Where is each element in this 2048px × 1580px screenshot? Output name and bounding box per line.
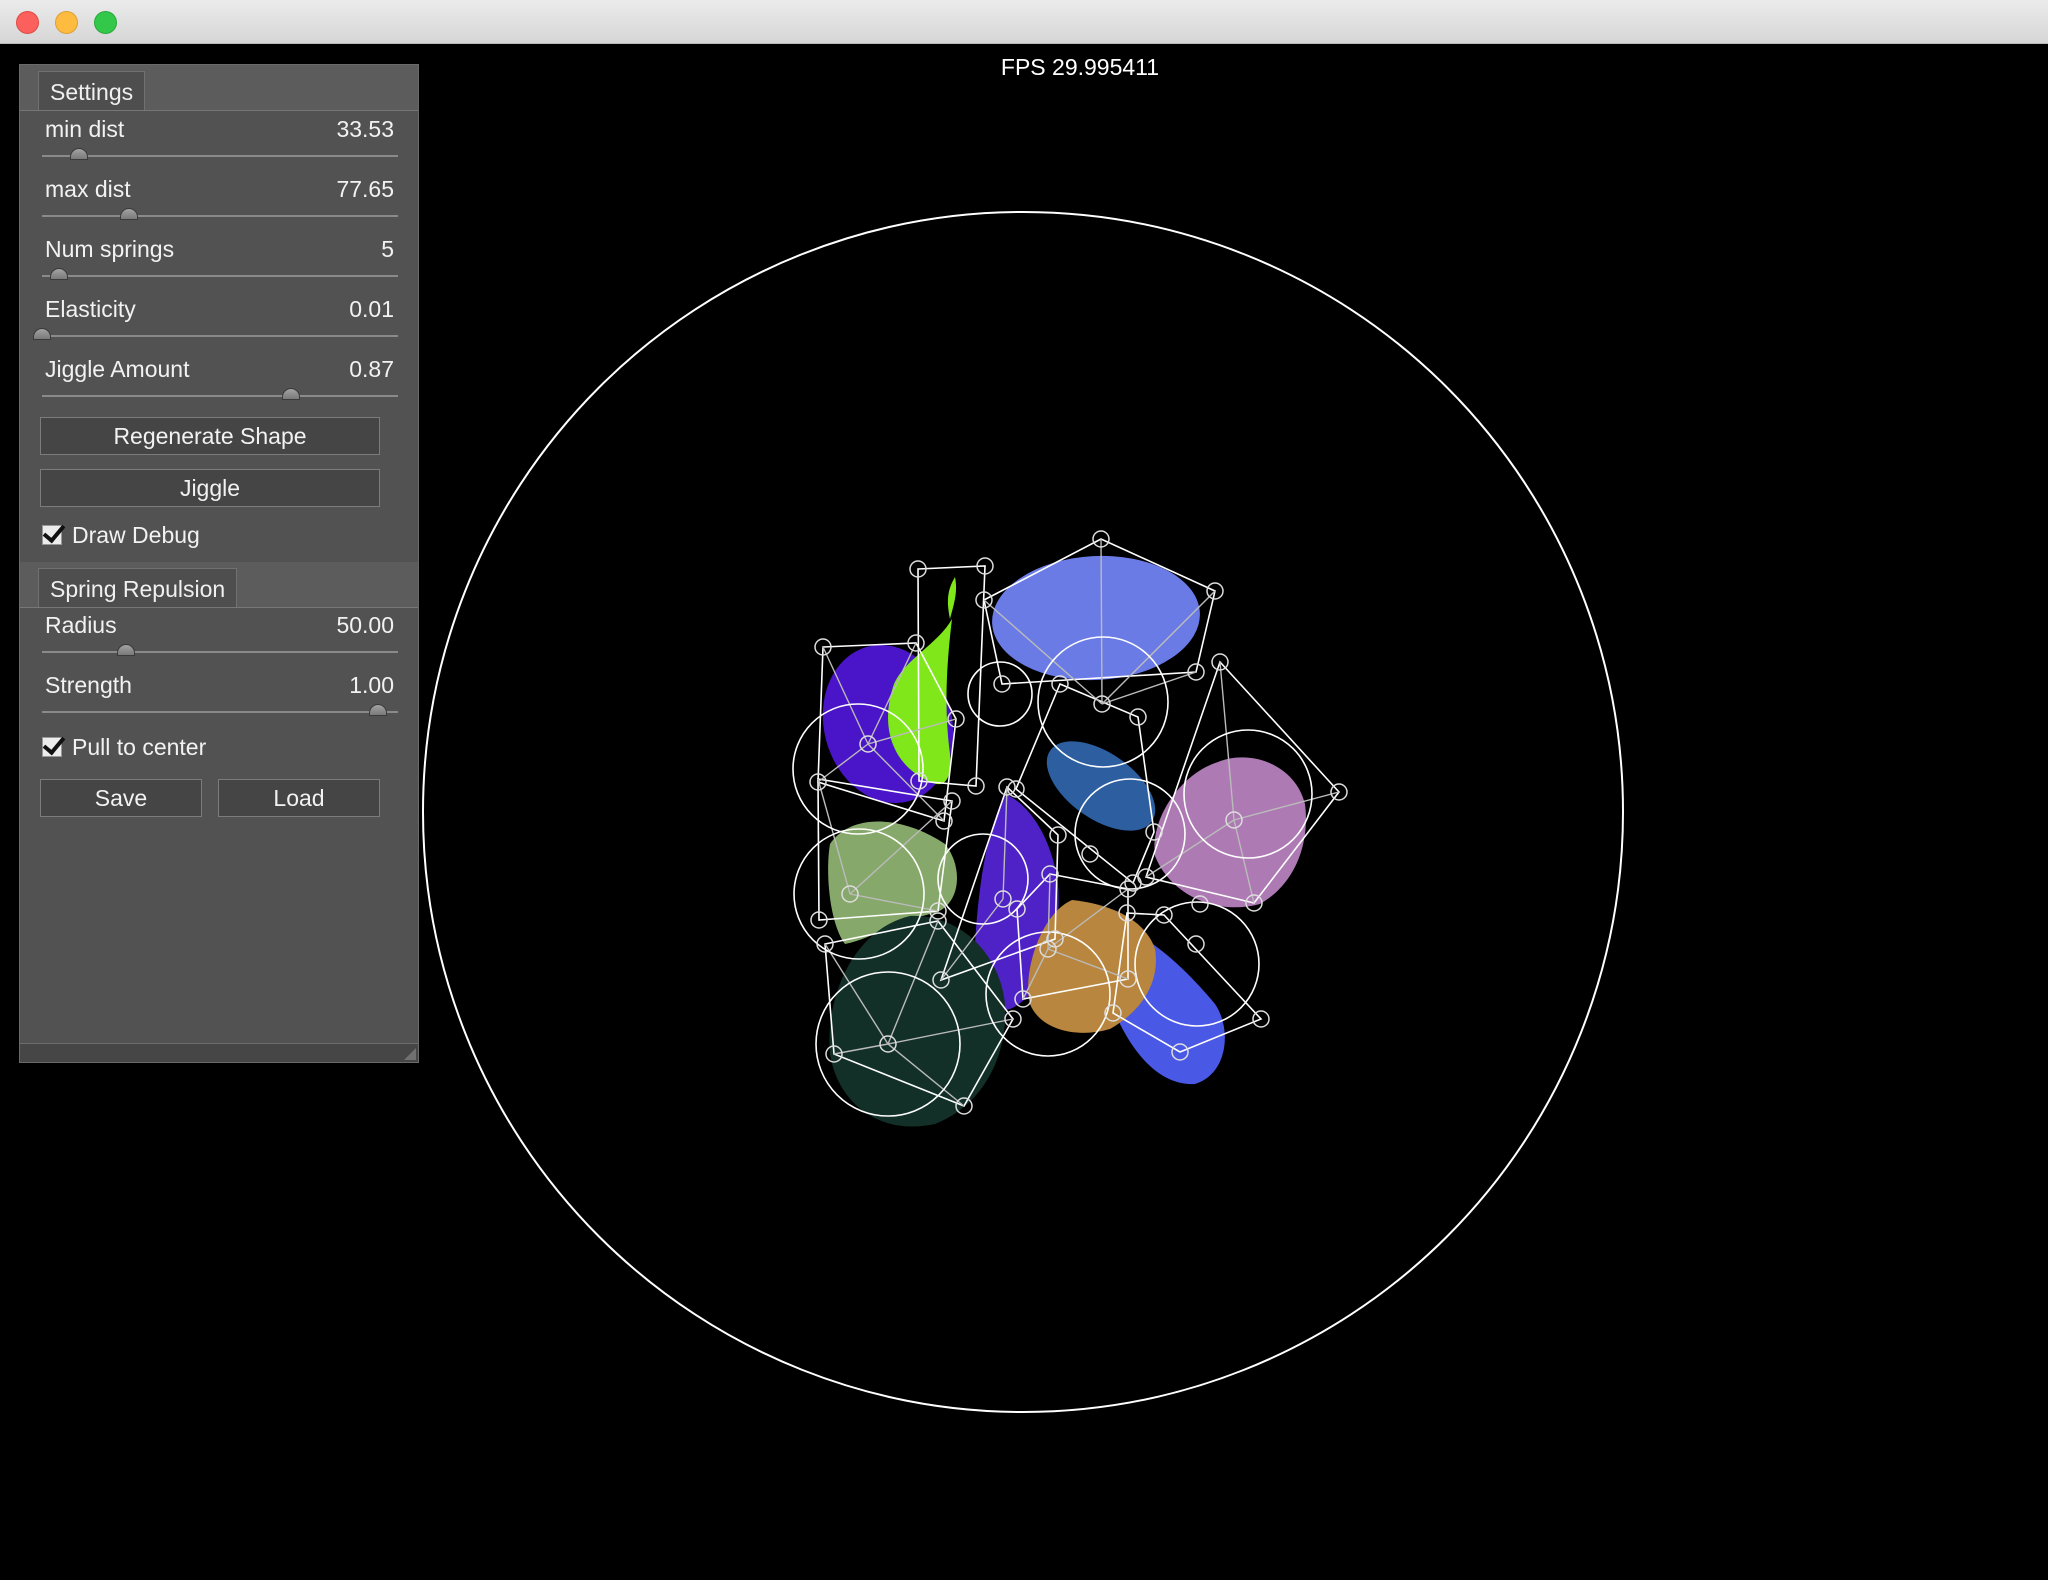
strength-label: Strength — [45, 672, 132, 698]
jiggle-amount-slider[interactable]: Jiggle Amount 0.87 — [40, 355, 400, 411]
settings-group-header: Settings — [20, 65, 418, 111]
settings-tab[interactable]: Settings — [38, 71, 146, 111]
window-titlebar — [0, 0, 2048, 44]
elasticity-label: Elasticity — [45, 296, 136, 322]
min-dist-label: min dist — [45, 116, 125, 142]
draw-debug-checkbox[interactable] — [42, 519, 66, 545]
panel-footer — [20, 1043, 418, 1062]
radius-label: Radius — [45, 612, 117, 638]
max-dist-slider[interactable]: max dist 77.65 — [40, 175, 400, 231]
strength-thumb[interactable] — [369, 704, 387, 716]
num-springs-value: 5 — [381, 236, 394, 262]
spring-repulsion-tab[interactable]: Spring Repulsion — [38, 568, 238, 608]
min-dist-value: 33.53 — [336, 116, 394, 142]
save-button[interactable]: Save — [40, 779, 202, 817]
regenerate-shape-button[interactable]: Regenerate Shape — [40, 417, 380, 455]
zoom-window-button[interactable] — [94, 11, 117, 34]
radius-thumb[interactable] — [117, 644, 135, 656]
pull-to-center-checkbox[interactable] — [42, 731, 66, 757]
radius-track[interactable] — [42, 651, 398, 653]
strength-slider[interactable]: Strength 1.00 — [40, 671, 400, 727]
max-dist-track[interactable] — [42, 215, 398, 217]
load-button[interactable]: Load — [218, 779, 380, 817]
jiggle-amount-value: 0.87 — [349, 356, 394, 382]
max-dist-label: max dist — [45, 176, 131, 202]
elasticity-value: 0.01 — [349, 296, 394, 322]
jiggle-amount-thumb[interactable] — [281, 388, 300, 400]
jiggle-button[interactable]: Jiggle — [40, 469, 380, 507]
num-springs-track[interactable] — [42, 275, 398, 277]
num-springs-slider[interactable]: Num springs 5 — [40, 235, 400, 291]
settings-panel: Settings min dist 33.53 max dist 77.65 N… — [19, 64, 419, 1063]
jiggle-amount-track[interactable] — [42, 395, 398, 397]
resize-grip-icon[interactable] — [404, 1048, 416, 1060]
strength-track[interactable] — [42, 711, 398, 713]
blob-darkgreen — [829, 915, 1006, 1127]
checkmark-icon — [42, 519, 66, 544]
close-window-button[interactable] — [16, 11, 39, 34]
radius-slider[interactable]: Radius 50.00 — [40, 611, 400, 667]
elasticity-thumb[interactable] — [33, 328, 51, 340]
spring-repulsion-group-header: Spring Repulsion — [20, 562, 418, 608]
max-dist-thumb[interactable] — [120, 208, 139, 220]
num-springs-label: Num springs — [45, 236, 175, 262]
minimize-window-button[interactable] — [55, 11, 78, 34]
checkmark-icon — [42, 731, 66, 756]
min-dist-track[interactable] — [42, 155, 398, 157]
min-dist-thumb[interactable] — [69, 148, 88, 160]
pull-to-center-label: Pull to center — [72, 734, 207, 760]
elasticity-slider[interactable]: Elasticity 0.01 — [33, 295, 400, 351]
blob-lime-tip — [947, 577, 957, 619]
max-dist-value: 77.65 — [336, 176, 394, 202]
radius-value: 50.00 — [336, 612, 394, 638]
jiggle-amount-label: Jiggle Amount — [45, 356, 190, 382]
elasticity-track[interactable] — [42, 335, 398, 337]
draw-debug-label: Draw Debug — [72, 522, 200, 548]
min-dist-slider[interactable]: min dist 33.53 — [40, 115, 400, 171]
strength-value: 1.00 — [349, 672, 394, 698]
num-springs-thumb[interactable] — [49, 268, 68, 280]
